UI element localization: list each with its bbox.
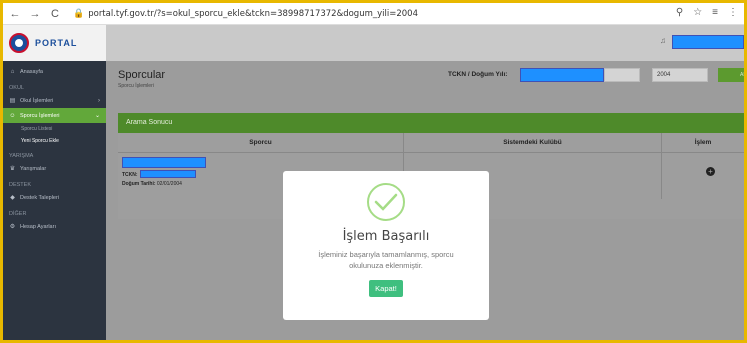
- search-button[interactable]: ARA: [718, 68, 744, 82]
- close-dialog-button[interactable]: Kapat!: [369, 279, 403, 297]
- trophy-icon: ♛: [9, 166, 16, 172]
- birth-date-label: Doğum Tarihi:: [122, 181, 156, 187]
- forward-icon[interactable]: →: [27, 8, 43, 20]
- home-icon: ⌂: [10, 69, 15, 75]
- column-header-kulup: Sistemdeki Kulübü: [404, 133, 662, 152]
- bookmark-star-icon[interactable]: ☆: [693, 7, 702, 18]
- dialog-title: İşlem Başarılı: [342, 229, 430, 244]
- page-subtitle: Sporcu İşlemleri: [118, 83, 154, 89]
- tckn-input-tail[interactable]: [604, 68, 640, 82]
- cell-islem: +: [662, 153, 744, 199]
- table-header: Sporcu Sistemdeki Kulübü İşlem: [118, 133, 744, 153]
- sidebar-item-label: Hesap Ayarları: [20, 223, 56, 230]
- sidebar-item-label: Anasayfa: [20, 69, 43, 75]
- brand-logo[interactable]: PORTAL: [3, 25, 106, 61]
- sidebar-item-sporcu-islemleri[interactable]: ☺ Sporcu İşlemleri ⌄: [3, 108, 106, 123]
- sidebar-item-label: Okul İşlemleri: [20, 97, 54, 104]
- browser-toolbar: ← → C 🔒 portal.tyf.gov.tr/?s=okul_sporcu…: [3, 3, 744, 25]
- sidebar-item-label: Sporcu İşlemleri: [20, 112, 60, 119]
- birth-date-value: 02/01/2004: [156, 181, 182, 187]
- reload-icon[interactable]: C: [47, 8, 63, 20]
- menu-kebab-icon[interactable]: ⋮: [728, 7, 738, 18]
- sidebar-section-diger: DİĞER: [9, 211, 27, 217]
- tag-icon: ◆: [10, 195, 15, 201]
- success-check-icon: [367, 183, 405, 221]
- sidebar-subitem-sporcu-listesi[interactable]: Sporcu Listesi: [3, 123, 106, 135]
- athlete-tckn-redacted: [140, 170, 196, 178]
- sidebar-subitem-yeni-sporcu-ekle[interactable]: Yeni Sporcu Ekle: [3, 135, 106, 147]
- address-bar[interactable]: portal.tyf.gov.tr/?s=okul_sporcu_ekle&tc…: [88, 9, 418, 19]
- sidebar: PORTAL ⌂ Anasayfa OKUL ▤ Okul İşlemleri …: [3, 25, 106, 340]
- search-label: TCKN / Doğum Yılı:: [448, 71, 508, 78]
- sidebar-section-yarisma: YARIŞMA: [9, 153, 34, 159]
- app-window: ← → C 🔒 portal.tyf.gov.tr/?s=okul_sporcu…: [3, 3, 744, 340]
- user-icon: ☺: [9, 112, 16, 119]
- column-header-islem: İşlem: [694, 139, 712, 146]
- browser-actions: ⚲ ☆ ≡ ⋮: [676, 7, 738, 18]
- logo-text: PORTAL: [35, 38, 78, 48]
- tckn-input-redacted[interactable]: [520, 68, 604, 82]
- document-icon: ▤: [9, 98, 16, 104]
- result-panel-header: Arama Sonucu: [118, 113, 744, 133]
- sidebar-item-label: Destek Talepleri: [20, 194, 60, 201]
- zoom-icon[interactable]: ⚲: [676, 7, 683, 18]
- page-title: Sporcular: [118, 69, 166, 81]
- back-icon[interactable]: ←: [7, 8, 23, 20]
- sidebar-item-home[interactable]: ⌂ Anasayfa: [3, 65, 106, 79]
- gear-icon: ⚙: [9, 224, 16, 230]
- column-header-sporcu: Sporcu: [118, 133, 404, 152]
- notification-bell-icon[interactable]: ♫: [660, 36, 666, 45]
- chevron-down-icon: ⌄: [94, 113, 100, 119]
- reading-list-icon[interactable]: ≡: [712, 7, 718, 18]
- success-dialog: İşlem Başarılı İşleminiz başarıyla tamam…: [283, 171, 489, 320]
- sidebar-item-yarismalar[interactable]: ♛ Yarışmalar: [3, 161, 106, 176]
- dialog-message: İşleminiz başarıyla tamamlanmış, sporcu …: [318, 250, 454, 270]
- tckn-label: TCKN:: [122, 172, 138, 178]
- user-menu-redacted[interactable]: [672, 35, 744, 49]
- sidebar-section-okul: OKUL: [9, 85, 24, 91]
- lock-icon: 🔒: [73, 8, 85, 18]
- birth-year-input[interactable]: 2004: [652, 68, 708, 82]
- sidebar-item-hesap-ayarlari[interactable]: ⚙ Hesap Ayarları: [3, 219, 106, 234]
- sidebar-item-okul-islemleri[interactable]: ▤ Okul İşlemleri ›: [3, 93, 106, 108]
- sidebar-item-label: Yarışmalar: [20, 165, 47, 172]
- athlete-name-redacted: [122, 157, 206, 168]
- add-athlete-plus-icon[interactable]: +: [706, 167, 715, 176]
- top-header: ♫: [106, 25, 744, 61]
- birth-date-line: Doğum Tarihi: 02/01/2004: [122, 181, 182, 187]
- sidebar-section-destek: DESTEK: [9, 182, 32, 188]
- chevron-right-icon: ›: [98, 97, 100, 104]
- federation-logo-icon: [9, 33, 29, 53]
- sidebar-item-destek-talepleri[interactable]: ◆ Destek Talepleri: [3, 190, 106, 205]
